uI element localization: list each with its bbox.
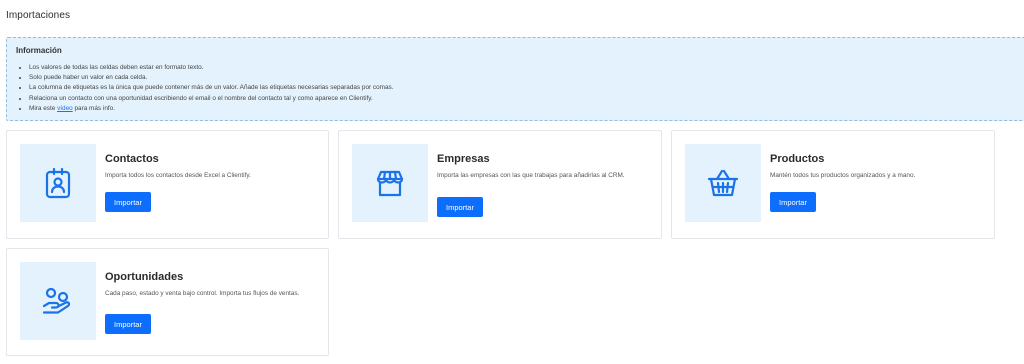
card-description: Importa las empresas con las que trabaja… (437, 172, 625, 179)
card-title: Productos (770, 153, 825, 165)
card-thumb (685, 144, 761, 222)
store-icon (376, 170, 404, 197)
card-empresas: Empresas Importa las empresas con las qu… (338, 130, 662, 239)
card-contactos: Contactos Importa todos los contactos de… (6, 130, 329, 239)
info-title: Información (16, 46, 62, 55)
card-oportunidades: Oportunidades Cada paso, estado y venta … (6, 248, 329, 356)
info-list: Los valores de todas las celdas deben es… (29, 63, 394, 114)
import-empresas-button[interactable]: Importar (437, 197, 483, 217)
import-oportunidades-button[interactable]: Importar (105, 314, 151, 334)
info-item: Relaciona un contacto con una oportunida… (29, 94, 394, 104)
card-title: Oportunidades (105, 271, 184, 283)
info-item: Mira este vídeo para más info. (29, 104, 394, 114)
info-item: Solo puede haber un valor en cada celda. (29, 73, 394, 83)
card-title: Empresas (437, 153, 490, 165)
card-title: Contactos (105, 153, 159, 165)
info-item: Los valores de todas las celdas deben es… (29, 63, 394, 73)
page-title: Importaciones (6, 10, 71, 21)
card-productos: Productos Mantén todos tus productos org… (671, 130, 995, 239)
contact-badge-icon (45, 167, 71, 199)
hand-coins-icon (42, 287, 71, 314)
info-item: La columna de etiquetas es la única que … (29, 83, 394, 93)
card-thumb (352, 144, 428, 222)
info-box: Información Los valores de todas las cel… (6, 37, 1024, 121)
card-description: Cada paso, estado y venta bajo control. … (105, 290, 300, 297)
info-item-prefix: Mira este (29, 104, 58, 112)
video-link[interactable]: vídeo (57, 105, 73, 112)
card-description: Mantén todos tus productos organizados y… (770, 172, 916, 179)
basket-icon (707, 169, 739, 197)
card-description: Importa todos los contactos desde Excel … (105, 172, 251, 179)
card-thumb (20, 262, 96, 340)
card-thumb (20, 144, 96, 222)
info-item-suffix: para más info. (72, 104, 115, 112)
import-productos-button[interactable]: Importar (770, 192, 816, 212)
import-contactos-button[interactable]: Importar (105, 192, 151, 212)
